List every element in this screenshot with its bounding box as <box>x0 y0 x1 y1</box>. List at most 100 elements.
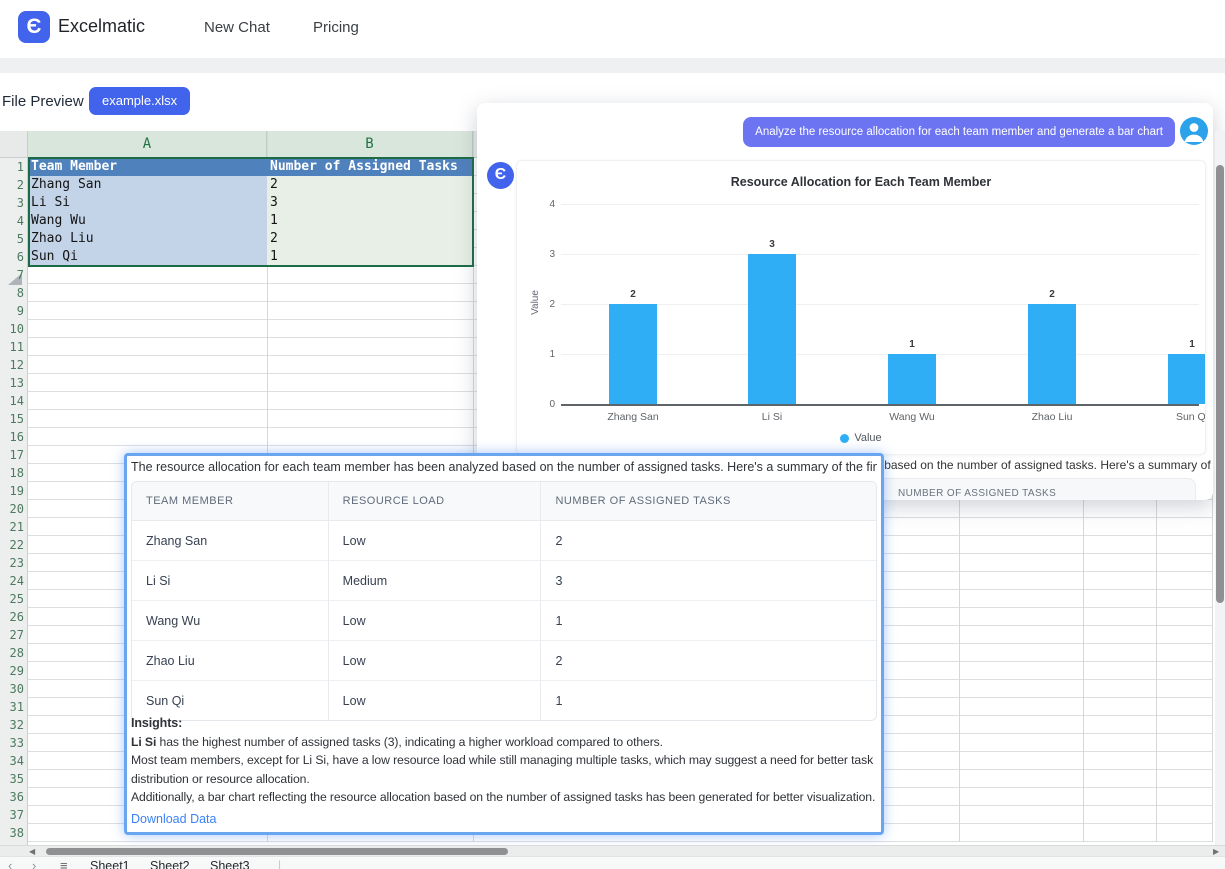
sheet-tab-sheet1[interactable]: Sheet1 <box>90 859 130 869</box>
row-number-18[interactable]: 18 <box>0 464 24 482</box>
row-number-34[interactable]: 34 <box>0 752 24 770</box>
row-number-36[interactable]: 36 <box>0 788 24 806</box>
chart-gridline <box>561 254 1199 255</box>
row-number-2[interactable]: 2 <box>0 176 24 194</box>
row-number-29[interactable]: 29 <box>0 662 24 680</box>
sheet-cell-a2[interactable]: Zhang San <box>28 176 267 194</box>
row-number-1[interactable]: 1 <box>0 158 24 176</box>
file-badge[interactable]: example.xlsx <box>89 87 190 115</box>
row-number-4[interactable]: 4 <box>0 212 24 230</box>
row-number-33[interactable]: 33 <box>0 734 24 752</box>
result-th-team-member: TEAM MEMBER <box>132 482 328 521</box>
bar-value-label: 2 <box>630 289 636 300</box>
sheet-cell-a6[interactable]: Sun Qi <box>28 248 267 266</box>
sheet-cell-a1[interactable]: Team Member <box>28 158 267 176</box>
bar-value-label: 2 <box>1049 289 1055 300</box>
sheet-tab-sheet2[interactable]: Sheet2 <box>150 859 190 869</box>
chart-x-tick: Sun Qi <box>1176 411 1206 423</box>
result-table-cell: Medium <box>328 561 541 601</box>
row-number-13[interactable]: 13 <box>0 374 24 392</box>
row-number-26[interactable]: 26 <box>0 608 24 626</box>
person-icon <box>1180 117 1208 145</box>
sheet-menu-icon[interactable]: ≡ <box>60 858 68 869</box>
vertical-scrollbar[interactable] <box>1215 131 1225 845</box>
row-number-8[interactable]: 8 <box>0 284 24 302</box>
result-table-cell: 2 <box>540 641 876 681</box>
row-number-7[interactable]: 7 <box>0 266 24 284</box>
bar-zhao-liu <box>1028 304 1076 404</box>
tab-divider: | <box>278 858 281 869</box>
sheet-cell-b1[interactable]: Number of Assigned Tasks <box>267 158 473 176</box>
sheet-cell-b6[interactable]: 1 <box>267 248 473 266</box>
row-number-12[interactable]: 12 <box>0 356 24 374</box>
legend-label: Value <box>854 432 881 444</box>
insights-block: Insights: Li Si has the highest number o… <box>131 714 879 807</box>
result-table-cell: Wang Wu <box>132 601 328 641</box>
result-intro: The resource allocation for each team me… <box>131 460 877 474</box>
column-header-a[interactable]: A <box>28 131 267 158</box>
row-number-20[interactable]: 20 <box>0 500 24 518</box>
row-number-32[interactable]: 32 <box>0 716 24 734</box>
row-number-3[interactable]: 3 <box>0 194 24 212</box>
sheet-tab-sheet3[interactable]: Sheet3 <box>210 859 250 869</box>
nav-item-pricing[interactable]: Pricing <box>313 19 359 36</box>
result-table-cell: 1 <box>540 601 876 641</box>
row-number-10[interactable]: 10 <box>0 320 24 338</box>
row-number-19[interactable]: 19 <box>0 482 24 500</box>
row-number-16[interactable]: 16 <box>0 428 24 446</box>
result-table-cell: Li Si <box>132 561 328 601</box>
row-number-28[interactable]: 28 <box>0 644 24 662</box>
sheet-cell-b4[interactable]: 1 <box>267 212 473 230</box>
row-number-15[interactable]: 15 <box>0 410 24 428</box>
chat-panel: Analyze the resource allocation for each… <box>477 103 1213 500</box>
row-number-6[interactable]: 6 <box>0 248 24 266</box>
insights-title: Insights: <box>131 714 879 733</box>
horizontal-scrollbar-thumb[interactable] <box>46 848 508 855</box>
result-th-num-tasks: NUMBER OF ASSIGNED TASKS <box>540 482 876 521</box>
sheet-next-icon[interactable]: › <box>32 858 36 869</box>
insight-line: Li Si has the highest number of assigned… <box>131 733 879 752</box>
page-header: Є Excelmatic New ChatPricing <box>0 0 1225 58</box>
row-number-37[interactable]: 37 <box>0 806 24 824</box>
sheet-cell-a3[interactable]: Li Si <box>28 194 267 212</box>
row-number-23[interactable]: 23 <box>0 554 24 572</box>
row-number-35[interactable]: 35 <box>0 770 24 788</box>
result-table: TEAM MEMBER RESOURCE LOAD NUMBER OF ASSI… <box>131 481 877 721</box>
sheet-cell-b3[interactable]: 3 <box>267 194 473 212</box>
row-number-30[interactable]: 30 <box>0 680 24 698</box>
bar-value-label: 1 <box>1189 339 1195 350</box>
chart-y-tick: 1 <box>525 349 555 360</box>
file-preview-label: File Preview <box>2 93 84 110</box>
row-number-27[interactable]: 27 <box>0 626 24 644</box>
download-data-link[interactable]: Download Data <box>131 812 216 826</box>
row-number-9[interactable]: 9 <box>0 302 24 320</box>
row-number-14[interactable]: 14 <box>0 392 24 410</box>
nav-item-new-chat[interactable]: New Chat <box>204 19 270 36</box>
sheet-cell-a4[interactable]: Wang Wu <box>28 212 267 230</box>
chat-th-num-tasks: NUMBER OF ASSIGNED TASKS <box>898 488 1056 499</box>
sheet-cell-a5[interactable]: Zhao Liu <box>28 230 267 248</box>
row-number-25[interactable]: 25 <box>0 590 24 608</box>
bar-chart-card: Resource Allocation for Each Team Member… <box>516 160 1206 455</box>
select-all-corner[interactable] <box>0 131 28 158</box>
bar-sun-qi <box>1168 354 1206 404</box>
sheet-cell-b5[interactable]: 2 <box>267 230 473 248</box>
row-number-21[interactable]: 21 <box>0 518 24 536</box>
vertical-scrollbar-thumb[interactable] <box>1216 165 1224 603</box>
header-divider-strip <box>0 58 1225 73</box>
row-number-5[interactable]: 5 <box>0 230 24 248</box>
sheet-cell-b2[interactable]: 2 <box>267 176 473 194</box>
row-number-31[interactable]: 31 <box>0 698 24 716</box>
column-header-b[interactable]: B <box>267 131 473 158</box>
excelmatic-logo-icon: Є <box>18 11 50 43</box>
horizontal-scrollbar[interactable]: ◀ ▶ <box>0 845 1225 856</box>
row-number-38[interactable]: 38 <box>0 824 24 842</box>
sheet-prev-icon[interactable]: ‹ <box>8 858 12 869</box>
row-number-17[interactable]: 17 <box>0 446 24 464</box>
insight-line: Additionally, a bar chart reflecting the… <box>131 788 879 807</box>
row-number-22[interactable]: 22 <box>0 536 24 554</box>
result-table-row: Li SiMedium3 <box>132 561 876 601</box>
row-number-11[interactable]: 11 <box>0 338 24 356</box>
row-number-24[interactable]: 24 <box>0 572 24 590</box>
bar-zhang-san <box>609 304 657 404</box>
